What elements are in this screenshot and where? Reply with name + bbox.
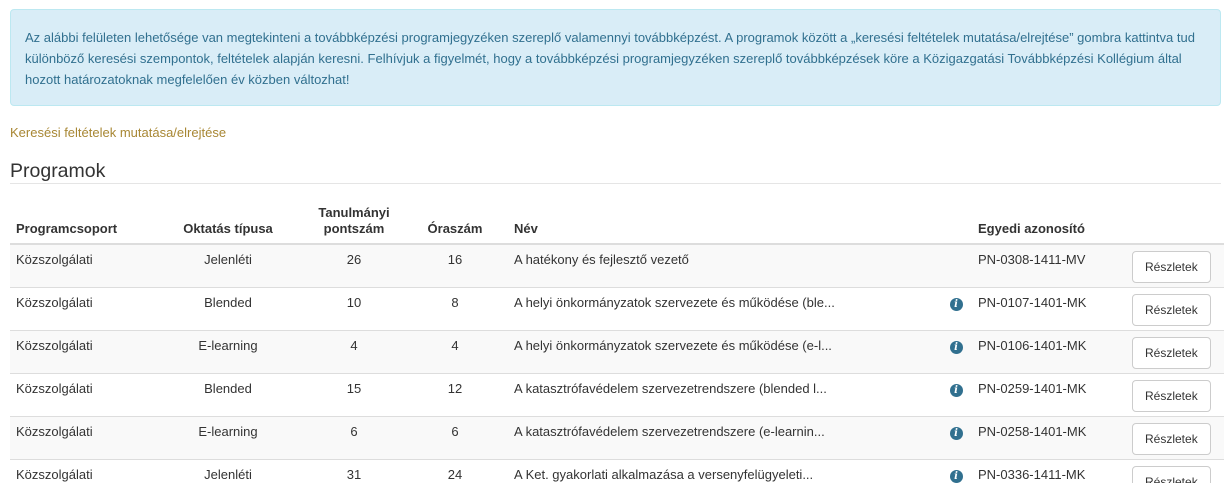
points-header-line2: pontszám	[323, 221, 385, 236]
cell-hours: 12	[402, 372, 508, 416]
table-header-row: Programcsoport Oktatás típusa Tanulmányi…	[10, 200, 1224, 245]
cell-actions: Részletek	[1126, 329, 1224, 373]
column-header-type[interactable]: Oktatás típusa	[150, 200, 306, 245]
cell-info: i	[940, 329, 972, 373]
table-row: Közszolgálati E-learning 4 4 A helyi önk…	[10, 329, 1224, 373]
table-row: Közszolgálati Blended 15 12 A katasztróf…	[10, 372, 1224, 416]
info-icon[interactable]: i	[949, 340, 963, 354]
cell-info: i	[940, 286, 972, 330]
info-icon[interactable]: i	[949, 469, 963, 483]
cell-info: i	[940, 458, 972, 483]
cell-type: Blended	[150, 286, 306, 330]
cell-points: 6	[306, 415, 402, 459]
table-row: Közszolgálati Jelenléti 26 16 A hatékony…	[10, 244, 1224, 287]
cell-points: 26	[306, 244, 402, 287]
cell-name: A katasztrófavédelem szervezetrendszere …	[508, 372, 940, 416]
table-row: Közszolgálati E-learning 6 6 A katasztró…	[10, 415, 1224, 459]
cell-hours: 16	[402, 244, 508, 287]
cell-group: Közszolgálati	[10, 286, 150, 330]
cell-type: Jelenléti	[150, 244, 306, 287]
cell-type: Blended	[150, 372, 306, 416]
cell-name: A helyi önkormányzatok szervezete és műk…	[508, 286, 940, 330]
info-alert: Az alábbi felületen lehetősége van megte…	[10, 9, 1221, 106]
section-title: Programok	[10, 160, 106, 182]
cell-name: A katasztrófavédelem szervezetrendszere …	[508, 415, 940, 459]
table-body: Közszolgálati Jelenléti 26 16 A hatékony…	[10, 244, 1224, 483]
details-button[interactable]: Részletek	[1132, 422, 1211, 455]
info-icon[interactable]: i	[949, 383, 963, 397]
cell-info: i	[940, 372, 972, 416]
cell-name: A Ket. gyakorlati alkalmazása a versenyf…	[508, 458, 940, 483]
programs-table-wrapper: Programcsoport Oktatás típusa Tanulmányi…	[10, 200, 1224, 483]
table-row: Közszolgálati Jelenléti 31 24 A Ket. gya…	[10, 458, 1224, 483]
cell-type: E-learning	[150, 415, 306, 459]
cell-actions: Részletek	[1126, 372, 1224, 416]
cell-points: 4	[306, 329, 402, 373]
cell-hours: 8	[402, 286, 508, 330]
cell-id: PN-0106-1401-MK	[972, 329, 1126, 373]
cell-id: PN-0259-1401-MK	[972, 372, 1126, 416]
cell-group: Közszolgálati	[10, 415, 150, 459]
cell-id: PN-0308-1411-MV	[972, 244, 1126, 287]
cell-actions: Részletek	[1126, 244, 1224, 287]
details-button[interactable]: Részletek	[1132, 251, 1211, 283]
cell-id: PN-0336-1411-MK	[972, 458, 1126, 483]
section-divider	[10, 183, 1221, 184]
cell-points: 10	[306, 286, 402, 330]
cell-group: Közszolgálati	[10, 372, 150, 416]
cell-actions: Részletek	[1126, 458, 1224, 483]
cell-type: E-learning	[150, 329, 306, 373]
cell-actions: Részletek	[1126, 286, 1224, 330]
details-button[interactable]: Részletek	[1132, 293, 1211, 326]
cell-id: PN-0258-1401-MK	[972, 415, 1126, 459]
cell-group: Közszolgálati	[10, 329, 150, 373]
alert-text: Az alábbi felületen lehetősége van megte…	[25, 30, 1195, 87]
cell-info	[940, 244, 972, 287]
column-header-id[interactable]: Egyedi azonosító	[972, 200, 1126, 245]
cell-type: Jelenléti	[150, 458, 306, 483]
column-header-name[interactable]: Név	[508, 200, 940, 245]
cell-hours: 6	[402, 415, 508, 459]
column-header-hours[interactable]: Óraszám	[402, 200, 508, 245]
search-toggle-link[interactable]: Keresési feltételek mutatása/elrejtése	[10, 125, 226, 140]
column-header-group[interactable]: Programcsoport	[10, 200, 150, 245]
column-header-info	[940, 200, 972, 245]
details-button[interactable]: Részletek	[1132, 336, 1211, 369]
table-row: Közszolgálati Blended 10 8 A helyi önkor…	[10, 286, 1224, 330]
cell-points: 15	[306, 372, 402, 416]
column-header-actions	[1126, 200, 1224, 245]
details-button[interactable]: Részletek	[1132, 465, 1211, 483]
column-header-points[interactable]: Tanulmányi pontszám	[306, 200, 402, 245]
cell-actions: Részletek	[1126, 415, 1224, 459]
cell-name: A hatékony és fejlesztő vezető	[508, 244, 940, 287]
cell-name: A helyi önkormányzatok szervezete és műk…	[508, 329, 940, 373]
cell-info: i	[940, 415, 972, 459]
cell-hours: 4	[402, 329, 508, 373]
info-icon[interactable]: i	[949, 297, 963, 311]
cell-hours: 24	[402, 458, 508, 483]
cell-id: PN-0107-1401-MK	[972, 286, 1126, 330]
info-icon[interactable]: i	[949, 426, 963, 440]
points-header-line1: Tanulmányi	[318, 205, 390, 220]
programs-table: Programcsoport Oktatás típusa Tanulmányi…	[10, 200, 1224, 483]
cell-points: 31	[306, 458, 402, 483]
details-button[interactable]: Részletek	[1132, 379, 1211, 412]
cell-group: Közszolgálati	[10, 458, 150, 483]
cell-group: Közszolgálati	[10, 244, 150, 287]
